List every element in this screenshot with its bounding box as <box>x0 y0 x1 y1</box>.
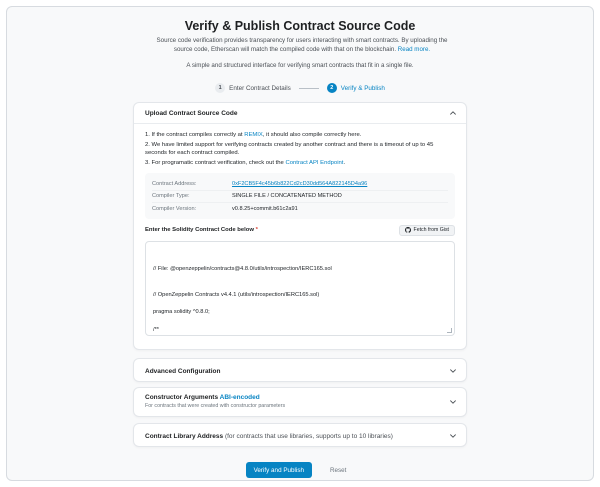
library-address-card[interactable]: Contract Library Address (for contracts … <box>133 423 467 447</box>
step-number: 2 <box>326 83 337 93</box>
form-actions: Verify and Publish Reset <box>7 462 593 478</box>
note-text: 3. For programatic contract verification… <box>145 160 286 166</box>
upload-card-title: Upload Contract Source Code <box>145 109 238 117</box>
resize-handle[interactable] <box>447 327 452 333</box>
chevron-down-icon[interactable] <box>448 431 458 441</box>
code-label-text: Enter the Solidity Contract Code below <box>145 227 254 233</box>
chevron-up-icon[interactable] <box>448 108 458 118</box>
intro-text: Source code verification provides transp… <box>152 37 452 55</box>
contract-info-box: Contract Address: 0xF2CB5F4c45b6b822Cd2c… <box>145 173 455 219</box>
step-label: Enter Contract Details <box>229 84 291 92</box>
compiler-version-label: Compiler Version: <box>152 206 197 213</box>
library-note: (for contracts that use libraries, suppo… <box>224 432 393 440</box>
constructor-args-subtitle: For contracts that were created with con… <box>145 403 286 409</box>
code-label-row: Enter the Solidity Contract Code below *… <box>145 224 455 237</box>
note-text: 1. If the contract compiles correctly at <box>145 132 245 138</box>
library-title-text: Contract Library Address <box>145 432 224 440</box>
verify-publish-button[interactable]: Verify and Publish <box>245 462 312 478</box>
step-enter-details[interactable]: 1 Enter Contract Details <box>215 83 291 93</box>
note-text: , it should also compile correctly here. <box>262 132 362 138</box>
note-remix: 1. If the contract compiles correctly at… <box>145 131 455 139</box>
step-number: 1 <box>215 83 226 93</box>
chevron-down-icon[interactable] <box>448 397 458 407</box>
compiler-version-value: v0.8.25+commit.b61c2a91 <box>232 206 298 213</box>
required-mark: * <box>255 227 258 233</box>
constructor-args-text: Constructor Arguments ABI-encoded For co… <box>145 394 285 409</box>
fetch-from-gist-button[interactable]: Fetch from Gist <box>398 224 455 236</box>
upload-source-card: Upload Contract Source Code 1. If the co… <box>133 102 467 350</box>
api-endpoint-link[interactable]: Contract API Endpoint <box>285 160 343 166</box>
chevron-down-icon[interactable] <box>448 366 458 376</box>
abi-encoded-link[interactable]: ABI-encoded <box>220 394 260 401</box>
remix-link[interactable]: REMIX <box>244 132 263 138</box>
upload-card-header[interactable]: Upload Contract Source Code <box>134 103 466 124</box>
constructor-title-text: Constructor Arguments <box>145 394 219 401</box>
advanced-config-card[interactable]: Advanced Configuration <box>133 358 467 382</box>
note-limited-support: 2. We have limited support for verifying… <box>145 142 434 156</box>
note-api: 3. For programatic contract verification… <box>145 159 455 167</box>
address-label: Contract Address: <box>152 180 197 187</box>
page-title: Verify & Publish Contract Source Code <box>184 19 416 33</box>
contract-address-link[interactable]: 0xF2CB5F4c45b6b822Cd2cD30dd564A822145D4a… <box>232 181 367 187</box>
advanced-config-title: Advanced Configuration <box>145 367 221 375</box>
advanced-config-header[interactable]: Advanced Configuration <box>134 359 466 383</box>
compiler-type-value: SINGLE FILE / CONCATENATED METHOD <box>232 193 342 200</box>
step-verify-publish: 2 Verify & Publish <box>326 83 385 93</box>
library-address-header[interactable]: Contract Library Address (for contracts … <box>134 424 466 448</box>
solidity-code-textarea[interactable]: // File: @openzeppelin/contracts@4.8.0/u… <box>145 240 455 336</box>
constructor-args-header[interactable]: Constructor Arguments ABI-encoded For co… <box>134 388 466 409</box>
reset-button[interactable]: Reset <box>322 462 354 478</box>
library-address-title: Contract Library Address (for contracts … <box>145 433 393 440</box>
step-connector <box>298 87 319 89</box>
intro-subtitle: A simple and structured interface for ve… <box>186 62 414 69</box>
upload-card-body: 1. If the contract compiles correctly at… <box>134 124 466 336</box>
constructor-args-card[interactable]: Constructor Arguments ABI-encoded For co… <box>133 387 467 417</box>
compiler-type-label: Compiler Type: <box>152 193 190 200</box>
note-text: . <box>343 160 346 166</box>
stepper: 1 Enter Contract Details 2 Verify & Publ… <box>7 83 593 93</box>
gist-button-label: Fetch from Gist <box>413 227 449 233</box>
code-content: // File: @openzeppelin/contracts@4.8.0/u… <box>153 265 332 333</box>
step-label: Verify & Publish <box>340 84 385 92</box>
info-row-address: Contract Address: 0xF2CB5F4c45b6b822Cd2c… <box>152 178 448 191</box>
info-row-type: Compiler Type: SINGLE FILE / CONCATENATE… <box>152 191 448 203</box>
page-frame: Verify & Publish Contract Source Code So… <box>6 6 594 481</box>
read-more-link[interactable]: Read more. <box>398 46 430 53</box>
code-label: Enter the Solidity Contract Code below * <box>145 227 258 233</box>
github-icon <box>404 227 411 233</box>
info-row-version: Compiler Version: v0.8.25+commit.b61c2a9… <box>152 203 448 216</box>
constructor-args-title: Constructor Arguments ABI-encoded <box>145 394 285 401</box>
